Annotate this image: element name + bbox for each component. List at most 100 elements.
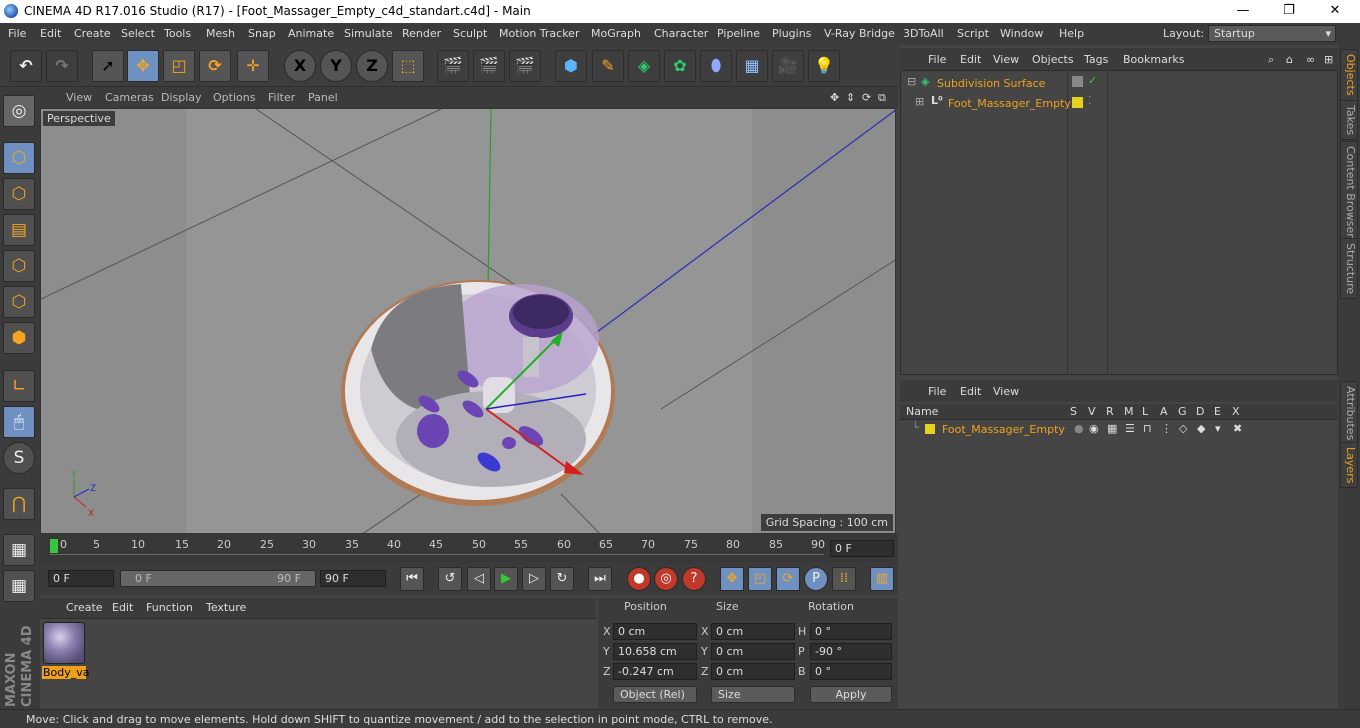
locked-workplane-icon[interactable]: ▦ — [3, 570, 35, 602]
column-name[interactable]: Name — [906, 405, 938, 418]
texture-mode-icon[interactable]: ⬡ — [3, 178, 35, 210]
material-menu-function[interactable]: Function — [146, 601, 193, 614]
key-parameter-icon[interactable]: P — [804, 567, 828, 591]
manager-icon[interactable]: ☰ — [1125, 422, 1135, 435]
coordinate-mode-dropdown[interactable]: Object (Rel) — [613, 686, 697, 703]
layer-color-swatch[interactable] — [925, 424, 935, 434]
menu-vray-bridge[interactable]: V-Ray Bridge — [824, 27, 895, 40]
edges-mode-icon[interactable]: ⬡ — [3, 286, 35, 318]
make-editable-icon[interactable]: ◎ — [3, 95, 35, 127]
visible-eye-icon[interactable]: ◉ — [1089, 422, 1099, 435]
column-generators[interactable]: G — [1178, 405, 1187, 418]
x-axis-icon[interactable]: X — [284, 50, 316, 82]
layer-row[interactable]: └ Foot_Massager_Empty ● ◉ ▦ ☰ ⊓ ⋮ ◇ ◆ ▾ … — [900, 421, 1336, 441]
expression-icon[interactable]: ▾ — [1215, 422, 1221, 435]
tab-attributes[interactable]: Attributes — [1340, 381, 1358, 446]
layer-menu-view[interactable]: View — [993, 385, 1019, 398]
recent-tool-icon[interactable]: ✛ — [237, 50, 269, 82]
workplane-icon[interactable]: ▦ — [3, 534, 35, 566]
object-menu-bookmarks[interactable]: Bookmarks — [1123, 53, 1184, 66]
timeline-ruler[interactable]: 0 5 10 15 20 25 30 35 40 45 50 55 60 65 … — [40, 534, 898, 562]
deformer-icon[interactable]: ◆ — [1197, 422, 1205, 435]
key-rotation-icon[interactable]: ⟳ — [776, 567, 800, 591]
next-key-icon[interactable]: ↻ — [550, 567, 574, 591]
material-menu-create[interactable]: Create — [66, 601, 103, 614]
go-to-start-icon[interactable]: ⏮ — [400, 567, 424, 591]
visibility-dots-icon[interactable]: ⁚ — [1088, 94, 1092, 107]
menu-pipeline[interactable]: Pipeline — [717, 27, 760, 40]
solo-icon[interactable]: S — [3, 442, 35, 474]
edit-render-settings-icon[interactable]: 🎬 — [509, 50, 541, 82]
tab-objects[interactable]: Objects — [1340, 49, 1358, 101]
render-clapper-icon[interactable]: ▦ — [1107, 422, 1117, 435]
live-selection-icon[interactable]: ➚ — [92, 50, 124, 82]
next-frame-icon[interactable]: ▷ — [522, 567, 546, 591]
points-mode-icon[interactable]: ⬡ — [3, 250, 35, 282]
snap-magnet-icon[interactable]: ⋂ — [3, 488, 35, 520]
apply-button[interactable]: Apply — [810, 686, 892, 703]
subdivision-icon[interactable]: ◈ — [628, 50, 660, 82]
home-icon[interactable]: ⌂ — [1286, 53, 1293, 66]
column-deformers[interactable]: D — [1196, 405, 1204, 418]
lock-icon[interactable]: ⊓ — [1143, 422, 1152, 435]
current-frame-field[interactable]: 0 F — [830, 540, 894, 557]
size-mode-dropdown[interactable]: Size — [711, 686, 795, 703]
polygons-mode-icon[interactable]: ⬢ — [3, 322, 35, 354]
link-icon[interactable]: ∞ — [1306, 53, 1315, 66]
material-menu-texture[interactable]: Texture — [206, 601, 246, 614]
tab-structure[interactable]: Structure — [1340, 238, 1358, 300]
menu-plugins[interactable]: Plugins — [772, 27, 811, 40]
coordinate-system-icon[interactable]: ⬚ — [392, 50, 424, 82]
menu-help[interactable]: Help — [1059, 27, 1084, 40]
material-preview[interactable] — [43, 622, 85, 664]
undo-icon[interactable]: ↶ — [10, 50, 42, 82]
previous-key-icon[interactable]: ↺ — [438, 567, 462, 591]
menu-simulate[interactable]: Simulate — [344, 27, 393, 40]
scale-icon[interactable]: ◰ — [163, 50, 195, 82]
layer-name[interactable]: Foot_Massager_Empty — [942, 423, 1065, 436]
new-panel-icon[interactable]: ⊞ — [1324, 53, 1333, 66]
layer-menu-edit[interactable]: Edit — [960, 385, 981, 398]
size-y-field[interactable]: 0 cm — [711, 643, 795, 660]
position-x-field[interactable]: 0 cm — [613, 623, 697, 640]
frame-range-slider[interactable]: 0 F 90 F — [120, 570, 316, 587]
play-icon[interactable]: ▶ — [494, 567, 518, 591]
viewport-menu-filter[interactable]: Filter — [268, 91, 295, 104]
column-solo[interactable]: S — [1070, 405, 1077, 418]
menu-window[interactable]: Window — [1000, 27, 1043, 40]
deformer-icon[interactable]: ⬮ — [700, 50, 732, 82]
expand-icon[interactable]: ⊞ — [915, 95, 924, 108]
tab-layers[interactable]: Layers — [1340, 442, 1358, 489]
camera-icon[interactable]: 🎥 — [772, 50, 804, 82]
position-z-field[interactable]: -0.247 cm — [613, 663, 697, 680]
viewport-camera-label[interactable]: Perspective — [43, 111, 115, 126]
timeline-window-icon[interactable]: ▥ — [870, 567, 894, 591]
model-mode-icon[interactable]: ⬡ — [3, 142, 35, 174]
menu-select[interactable]: Select — [121, 27, 155, 40]
viewport-menu-cameras[interactable]: Cameras — [105, 91, 154, 104]
generator-icon[interactable]: ◇ — [1179, 422, 1187, 435]
minimize-button[interactable]: — — [1220, 0, 1266, 23]
tab-takes[interactable]: Takes — [1340, 100, 1358, 141]
menu-snap[interactable]: Snap — [248, 27, 276, 40]
playhead-marker[interactable] — [50, 539, 58, 553]
rotation-p-field[interactable]: -90 ° — [810, 643, 892, 660]
cloner-icon[interactable]: ✿ — [664, 50, 696, 82]
object-name[interactable]: Foot_Massager_Empty — [948, 97, 1071, 110]
position-y-field[interactable]: 10.658 cm — [613, 643, 697, 660]
layout-dropdown[interactable]: Startup ▾ — [1208, 25, 1336, 42]
material-menu-edit[interactable]: Edit — [112, 601, 133, 614]
menu-mesh[interactable]: Mesh — [206, 27, 235, 40]
render-picture-viewer-icon[interactable]: 🎬 — [473, 50, 505, 82]
go-to-end-icon[interactable]: ⏭ — [588, 567, 612, 591]
key-scale-icon[interactable]: ◰ — [748, 567, 772, 591]
xref-icon[interactable]: ✖ — [1233, 422, 1242, 435]
size-z-field[interactable]: 0 cm — [711, 663, 795, 680]
object-menu-tags[interactable]: Tags — [1084, 53, 1108, 66]
menu-edit[interactable]: Edit — [40, 27, 61, 40]
search-icon[interactable]: ⌕ — [1268, 53, 1274, 67]
editor-visibility-icon[interactable] — [1072, 76, 1083, 87]
floor-icon[interactable]: ▦ — [736, 50, 768, 82]
workplane-mode-icon[interactable]: ▤ — [3, 214, 35, 246]
maximize-button[interactable]: ❐ — [1266, 0, 1312, 23]
